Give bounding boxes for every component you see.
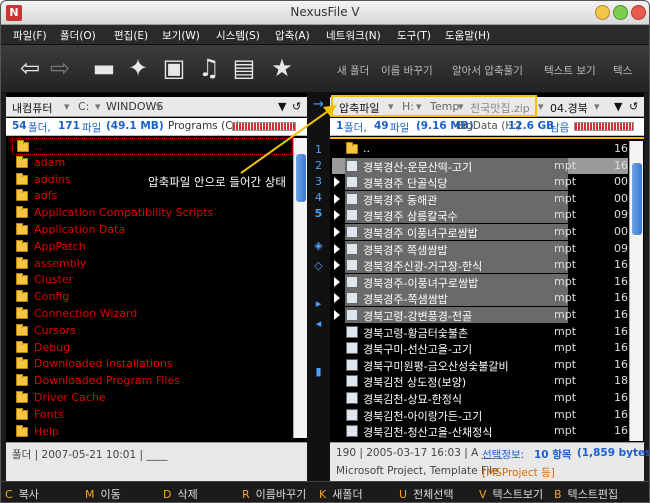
function-key-b[interactable]: B 텍스트편집 bbox=[554, 486, 618, 502]
function-key-bar: C 복사 M 이동 D 삭제 R 이름바꾸기 K 새폴더 U 전체선택 V 텍스트보기 B 텍스트편집 bbox=[1, 481, 649, 502]
function-key-label: 이름바꾸기 bbox=[255, 488, 307, 501]
function-key-label: 이동 bbox=[100, 488, 121, 501]
function-key-letter: R bbox=[242, 488, 250, 501]
function-key-label: 새폴더 bbox=[332, 488, 363, 501]
function-key-letter: B bbox=[554, 488, 562, 501]
function-key-c[interactable]: C 복사 bbox=[5, 486, 39, 502]
function-key-letter: M bbox=[85, 488, 95, 501]
function-key-letter: C bbox=[5, 488, 13, 501]
function-key-label: 텍스트편집 bbox=[567, 488, 619, 501]
function-key-m[interactable]: M 이동 bbox=[85, 486, 121, 502]
function-key-u[interactable]: U 전체선택 bbox=[399, 486, 454, 502]
function-key-d[interactable]: D 삭제 bbox=[163, 486, 198, 502]
function-key-label: 삭제 bbox=[177, 488, 198, 501]
function-key-label: 전체선택 bbox=[413, 488, 454, 501]
function-key-letter: U bbox=[399, 488, 408, 501]
annotation-arrow bbox=[240, 105, 337, 174]
function-key-k[interactable]: K 새폴더 bbox=[319, 486, 363, 502]
function-key-letter: K bbox=[319, 488, 327, 501]
app-window: N NexusFile V 파일(F) 폴더(O) 편집(E) 보기(W) 시스… bbox=[0, 0, 650, 503]
function-key-label: 복사 bbox=[18, 488, 39, 501]
function-key-letter: D bbox=[163, 488, 172, 501]
function-key-v[interactable]: V 텍스트보기 bbox=[479, 486, 543, 502]
function-key-label: 텍스트보기 bbox=[492, 488, 544, 501]
function-key-r[interactable]: R 이름바꾸기 bbox=[242, 486, 306, 502]
function-key-letter: V bbox=[479, 488, 487, 501]
